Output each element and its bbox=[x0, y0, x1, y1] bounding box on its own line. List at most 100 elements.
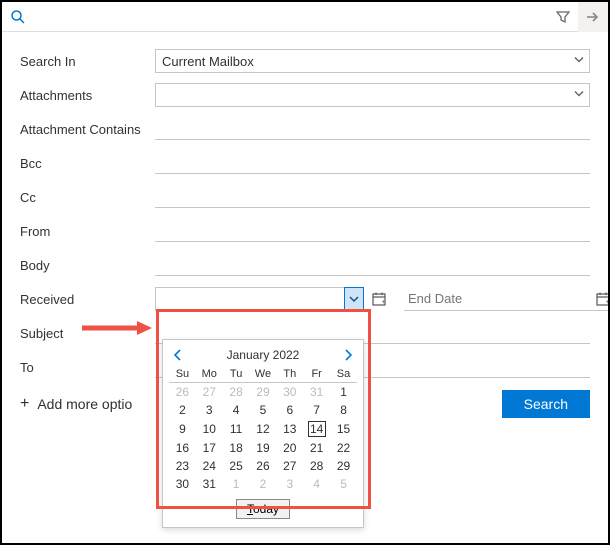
calendar-day[interactable]: 14 bbox=[303, 419, 330, 439]
calendar-day[interactable]: 23 bbox=[169, 457, 196, 475]
calendar-dow: Sa bbox=[330, 366, 357, 383]
calendar-title[interactable]: January 2022 bbox=[227, 348, 300, 362]
row-cc: Cc bbox=[20, 180, 590, 214]
add-more-label: Add more optio bbox=[37, 396, 132, 412]
label-to: To bbox=[20, 360, 155, 375]
label-received: Received bbox=[20, 292, 155, 307]
calendar-day[interactable]: 24 bbox=[196, 457, 223, 475]
filter-icon[interactable] bbox=[548, 2, 578, 32]
dropdown-search-in-value: Current Mailbox bbox=[162, 54, 254, 69]
calendar-day[interactable]: 8 bbox=[330, 401, 357, 419]
calendar-day[interactable]: 1 bbox=[330, 383, 357, 402]
input-body[interactable] bbox=[155, 254, 590, 276]
start-date-dropdown-button[interactable] bbox=[344, 287, 364, 311]
calendar-day[interactable]: 31 bbox=[196, 475, 223, 493]
calendar-day[interactable]: 20 bbox=[276, 439, 303, 457]
label-attachment-contains: Attachment Contains bbox=[20, 122, 155, 137]
calendar-day[interactable]: 2 bbox=[250, 475, 277, 493]
svg-text:+: + bbox=[606, 299, 610, 306]
start-date-field: + bbox=[155, 287, 390, 311]
label-cc: Cc bbox=[20, 190, 155, 205]
calendar-day[interactable]: 3 bbox=[196, 401, 223, 419]
calendar-dow: Su bbox=[169, 366, 196, 383]
search-input[interactable] bbox=[26, 5, 548, 28]
label-body: Body bbox=[20, 258, 155, 273]
calendar-day[interactable]: 15 bbox=[330, 419, 357, 439]
calendar-day[interactable]: 9 bbox=[169, 419, 196, 439]
label-attachments: Attachments bbox=[20, 88, 155, 103]
row-attachment-contains: Attachment Contains bbox=[20, 112, 590, 146]
advanced-search-panel: Search In Current Mailbox Attachments bbox=[0, 0, 610, 545]
calendar-day[interactable]: 30 bbox=[169, 475, 196, 493]
calendar-prev-button[interactable] bbox=[169, 346, 187, 364]
calendar-day[interactable]: 29 bbox=[250, 383, 277, 402]
calendar-next-button[interactable] bbox=[339, 346, 357, 364]
input-from[interactable] bbox=[155, 220, 590, 242]
calendar-day[interactable]: 27 bbox=[196, 383, 223, 402]
dropdown-attachments[interactable] bbox=[155, 83, 590, 107]
calendar-day[interactable]: 29 bbox=[330, 457, 357, 475]
calendar-day[interactable]: 10 bbox=[196, 419, 223, 439]
calendar-day[interactable]: 30 bbox=[276, 383, 303, 402]
calendar-day[interactable]: 3 bbox=[276, 475, 303, 493]
end-date-field: + bbox=[404, 287, 610, 311]
row-bcc: Bcc bbox=[20, 146, 590, 180]
calendar-grid: SuMoTuWeThFrSa 2627282930311234567891011… bbox=[169, 366, 357, 493]
row-received: Received + + bbox=[20, 282, 590, 316]
calendar-dow: Th bbox=[276, 366, 303, 383]
dropdown-search-in[interactable]: Current Mailbox bbox=[155, 49, 590, 73]
calendar-day[interactable]: 4 bbox=[223, 401, 250, 419]
calendar-dow: We bbox=[250, 366, 277, 383]
calendar-dow: Fr bbox=[303, 366, 330, 383]
add-more-options-button[interactable]: + Add more optio bbox=[20, 395, 132, 413]
search-button[interactable]: Search bbox=[502, 390, 590, 418]
calendar-day[interactable]: 17 bbox=[196, 439, 223, 457]
row-attachments: Attachments bbox=[20, 78, 590, 112]
search-icon bbox=[10, 9, 26, 25]
submit-arrow-icon[interactable] bbox=[578, 2, 608, 32]
calendar-day[interactable]: 1 bbox=[223, 475, 250, 493]
calendar-day[interactable]: 11 bbox=[223, 419, 250, 439]
date-picker-popup: January 2022 SuMoTuWeThFrSa 262728293031… bbox=[162, 339, 364, 528]
row-from: From bbox=[20, 214, 590, 248]
chevron-down-icon bbox=[573, 54, 585, 69]
calendar-day[interactable]: 2 bbox=[169, 401, 196, 419]
calendar-day[interactable]: 27 bbox=[276, 457, 303, 475]
calendar-day[interactable]: 7 bbox=[303, 401, 330, 419]
label-subject: Subject bbox=[20, 326, 155, 341]
row-search-in: Search In Current Mailbox bbox=[20, 44, 590, 78]
calendar-day[interactable]: 16 bbox=[169, 439, 196, 457]
calendar-day[interactable]: 31 bbox=[303, 383, 330, 402]
calendar-day[interactable]: 25 bbox=[223, 457, 250, 475]
calendar-dow: Tu bbox=[223, 366, 250, 383]
input-cc[interactable] bbox=[155, 186, 590, 208]
calendar-day[interactable]: 5 bbox=[250, 401, 277, 419]
calendar-day[interactable]: 28 bbox=[223, 383, 250, 402]
label-search-in: Search In bbox=[20, 54, 155, 69]
calendar-day[interactable]: 6 bbox=[276, 401, 303, 419]
calendar-day[interactable]: 26 bbox=[169, 383, 196, 402]
calendar-day[interactable]: 26 bbox=[250, 457, 277, 475]
calendar-icon[interactable]: + bbox=[368, 288, 390, 310]
calendar-dow: Mo bbox=[196, 366, 223, 383]
label-bcc: Bcc bbox=[20, 156, 155, 171]
plus-icon: + bbox=[20, 395, 29, 413]
calendar-icon[interactable]: + bbox=[592, 288, 610, 310]
calendar-day[interactable]: 5 bbox=[330, 475, 357, 493]
calendar-day[interactable]: 4 bbox=[303, 475, 330, 493]
calendar-day[interactable]: 13 bbox=[276, 419, 303, 439]
today-button[interactable]: Today bbox=[236, 499, 290, 519]
svg-text:+: + bbox=[382, 299, 386, 306]
calendar-day[interactable]: 21 bbox=[303, 439, 330, 457]
input-start-date[interactable] bbox=[155, 287, 345, 311]
calendar-day[interactable]: 12 bbox=[250, 419, 277, 439]
row-body: Body bbox=[20, 248, 590, 282]
calendar-day[interactable]: 18 bbox=[223, 439, 250, 457]
input-attachment-contains[interactable] bbox=[155, 118, 590, 140]
input-bcc[interactable] bbox=[155, 152, 590, 174]
calendar-day[interactable]: 22 bbox=[330, 439, 357, 457]
calendar-day[interactable]: 19 bbox=[250, 439, 277, 457]
input-end-date[interactable] bbox=[404, 288, 588, 310]
calendar-day[interactable]: 28 bbox=[303, 457, 330, 475]
label-from: From bbox=[20, 224, 155, 239]
